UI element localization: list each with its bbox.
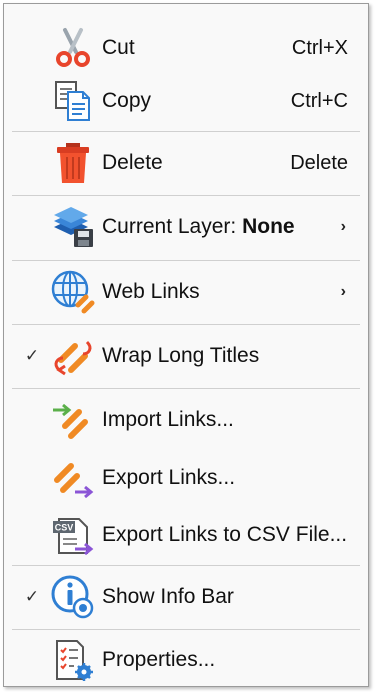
export-link-icon — [46, 451, 100, 505]
menu-item-cut[interactable]: Cut Ctrl+X — [4, 20, 368, 76]
current-layer-label: Current Layer: None — [102, 215, 295, 239]
import-links-label: Import Links... — [102, 408, 234, 431]
separator — [12, 131, 360, 132]
submenu-arrow-icon: › — [340, 218, 346, 235]
copy-label: Copy — [102, 89, 152, 112]
info-bar-icon — [46, 570, 100, 624]
menu-item-copy[interactable]: Copy Ctrl+C — [4, 73, 368, 129]
delete-label: Delete — [102, 151, 163, 174]
export-links-csv-label: Export Links to CSV File... — [102, 523, 348, 546]
show-info-bar-label: Show Info Bar — [102, 585, 234, 608]
cut-shortcut: Ctrl+X — [291, 36, 348, 59]
menu-item-show-info-bar[interactable]: ✓ Show Info Bar — [4, 569, 368, 625]
separator — [12, 388, 360, 389]
submenu-arrow-icon: › — [340, 283, 346, 300]
current-layer-value: None — [242, 215, 295, 238]
properties-icon — [46, 633, 100, 687]
scissors-icon — [46, 21, 100, 75]
separator — [12, 565, 360, 566]
separator — [12, 324, 360, 325]
import-link-icon — [46, 393, 100, 447]
globe-link-icon — [46, 265, 100, 319]
cut-label: Cut — [102, 36, 135, 59]
menu-item-wrap-long-titles[interactable]: ✓ Wrap Long Titles — [4, 328, 368, 384]
csv-export-icon: CSV — [46, 508, 100, 562]
context-menu: Cut Ctrl+X Copy Ctrl+C Delete Delete Cur… — [3, 3, 369, 687]
delete-shortcut: Delete — [290, 151, 348, 174]
export-links-label: Export Links... — [102, 466, 236, 489]
menu-item-current-layer[interactable]: Current Layer: None › — [4, 199, 368, 255]
chain-wrap-icon — [46, 329, 100, 383]
menu-item-properties[interactable]: Properties... — [4, 632, 368, 688]
csv-badge: CSV — [55, 523, 74, 533]
checkmark-icon: ✓ — [24, 587, 40, 606]
menu-item-export-links[interactable]: Export Links... — [4, 450, 368, 506]
separator — [12, 195, 360, 196]
web-links-label: Web Links — [102, 280, 200, 303]
menu-item-web-links[interactable]: Web Links › — [4, 264, 368, 320]
trash-icon — [46, 136, 100, 190]
menu-item-import-links[interactable]: Import Links... — [4, 392, 368, 448]
wrap-long-titles-label: Wrap Long Titles — [102, 344, 260, 367]
menu-item-delete[interactable]: Delete Delete — [4, 135, 368, 191]
layers-icon — [46, 200, 100, 254]
current-layer-text: Current Layer: — [102, 215, 237, 238]
separator — [12, 260, 360, 261]
separator — [12, 629, 360, 630]
copy-shortcut: Ctrl+C — [290, 89, 348, 112]
properties-label: Properties... — [102, 648, 216, 671]
copy-icon — [46, 74, 100, 128]
menu-item-export-links-csv[interactable]: CSV Export Links to CSV File... — [4, 507, 368, 563]
checkmark-icon: ✓ — [24, 346, 40, 365]
